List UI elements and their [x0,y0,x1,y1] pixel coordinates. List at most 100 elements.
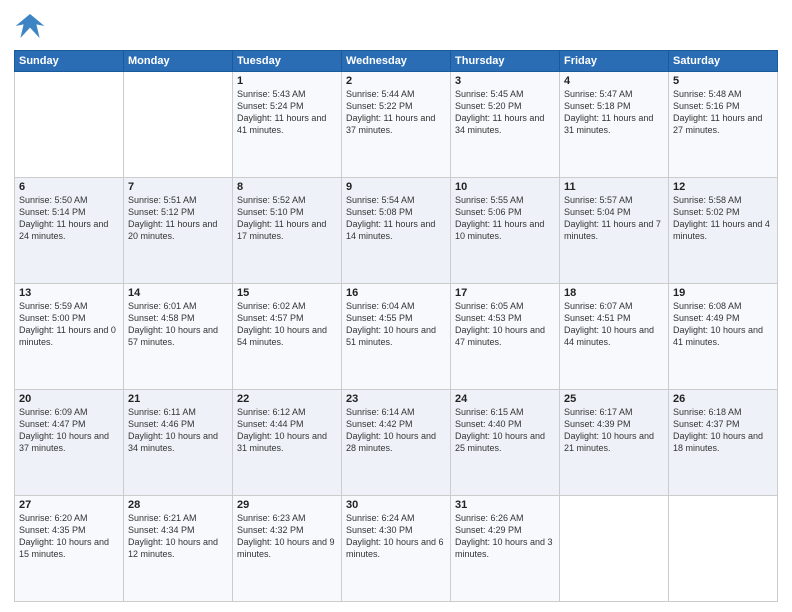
cell-text: Sunrise: 6:07 AM Sunset: 4:51 PM Dayligh… [564,300,664,349]
calendar-cell: 17Sunrise: 6:05 AM Sunset: 4:53 PM Dayli… [451,284,560,390]
calendar-week-row: 6Sunrise: 5:50 AM Sunset: 5:14 PM Daylig… [15,178,778,284]
day-number: 30 [346,499,446,511]
cell-text: Sunrise: 6:18 AM Sunset: 4:37 PM Dayligh… [673,406,773,455]
day-number: 19 [673,287,773,299]
cell-text: Sunrise: 5:55 AM Sunset: 5:06 PM Dayligh… [455,194,555,243]
calendar-cell: 28Sunrise: 6:21 AM Sunset: 4:34 PM Dayli… [124,496,233,602]
cell-text: Sunrise: 5:52 AM Sunset: 5:10 PM Dayligh… [237,194,337,243]
calendar-week-row: 13Sunrise: 5:59 AM Sunset: 5:00 PM Dayli… [15,284,778,390]
weekday-header: Thursday [451,51,560,72]
logo-icon [14,10,46,42]
day-number: 3 [455,75,555,87]
calendar-cell: 23Sunrise: 6:14 AM Sunset: 4:42 PM Dayli… [342,390,451,496]
day-number: 13 [19,287,119,299]
cell-text: Sunrise: 6:20 AM Sunset: 4:35 PM Dayligh… [19,512,119,561]
calendar-cell: 27Sunrise: 6:20 AM Sunset: 4:35 PM Dayli… [15,496,124,602]
header [14,10,778,42]
logo [14,10,50,42]
cell-text: Sunrise: 5:43 AM Sunset: 5:24 PM Dayligh… [237,88,337,137]
calendar-cell: 25Sunrise: 6:17 AM Sunset: 4:39 PM Dayli… [560,390,669,496]
cell-text: Sunrise: 6:05 AM Sunset: 4:53 PM Dayligh… [455,300,555,349]
day-number: 24 [455,393,555,405]
calendar-cell: 12Sunrise: 5:58 AM Sunset: 5:02 PM Dayli… [669,178,778,284]
calendar-cell: 4Sunrise: 5:47 AM Sunset: 5:18 PM Daylig… [560,72,669,178]
day-number: 12 [673,181,773,193]
day-number: 31 [455,499,555,511]
calendar-cell: 26Sunrise: 6:18 AM Sunset: 4:37 PM Dayli… [669,390,778,496]
calendar-cell [124,72,233,178]
calendar-cell: 9Sunrise: 5:54 AM Sunset: 5:08 PM Daylig… [342,178,451,284]
day-number: 29 [237,499,337,511]
calendar-cell: 24Sunrise: 6:15 AM Sunset: 4:40 PM Dayli… [451,390,560,496]
calendar-cell: 30Sunrise: 6:24 AM Sunset: 4:30 PM Dayli… [342,496,451,602]
cell-text: Sunrise: 6:21 AM Sunset: 4:34 PM Dayligh… [128,512,228,561]
day-number: 20 [19,393,119,405]
day-number: 21 [128,393,228,405]
weekday-header: Saturday [669,51,778,72]
cell-text: Sunrise: 5:47 AM Sunset: 5:18 PM Dayligh… [564,88,664,137]
cell-text: Sunrise: 6:17 AM Sunset: 4:39 PM Dayligh… [564,406,664,455]
cell-text: Sunrise: 6:26 AM Sunset: 4:29 PM Dayligh… [455,512,555,561]
cell-text: Sunrise: 6:15 AM Sunset: 4:40 PM Dayligh… [455,406,555,455]
calendar-cell [560,496,669,602]
day-number: 8 [237,181,337,193]
cell-text: Sunrise: 5:57 AM Sunset: 5:04 PM Dayligh… [564,194,664,243]
calendar-cell: 16Sunrise: 6:04 AM Sunset: 4:55 PM Dayli… [342,284,451,390]
day-number: 6 [19,181,119,193]
calendar-cell: 1Sunrise: 5:43 AM Sunset: 5:24 PM Daylig… [233,72,342,178]
day-number: 27 [19,499,119,511]
page: SundayMondayTuesdayWednesdayThursdayFrid… [0,0,792,612]
cell-text: Sunrise: 6:02 AM Sunset: 4:57 PM Dayligh… [237,300,337,349]
cell-text: Sunrise: 5:59 AM Sunset: 5:00 PM Dayligh… [19,300,119,349]
calendar-week-row: 1Sunrise: 5:43 AM Sunset: 5:24 PM Daylig… [15,72,778,178]
cell-text: Sunrise: 6:12 AM Sunset: 4:44 PM Dayligh… [237,406,337,455]
day-number: 11 [564,181,664,193]
calendar-cell: 2Sunrise: 5:44 AM Sunset: 5:22 PM Daylig… [342,72,451,178]
day-number: 16 [346,287,446,299]
cell-text: Sunrise: 6:24 AM Sunset: 4:30 PM Dayligh… [346,512,446,561]
cell-text: Sunrise: 6:04 AM Sunset: 4:55 PM Dayligh… [346,300,446,349]
day-number: 15 [237,287,337,299]
cell-text: Sunrise: 6:01 AM Sunset: 4:58 PM Dayligh… [128,300,228,349]
calendar-week-row: 20Sunrise: 6:09 AM Sunset: 4:47 PM Dayli… [15,390,778,496]
calendar-cell: 13Sunrise: 5:59 AM Sunset: 5:00 PM Dayli… [15,284,124,390]
calendar-cell: 7Sunrise: 5:51 AM Sunset: 5:12 PM Daylig… [124,178,233,284]
day-number: 14 [128,287,228,299]
calendar-cell: 22Sunrise: 6:12 AM Sunset: 4:44 PM Dayli… [233,390,342,496]
cell-text: Sunrise: 6:23 AM Sunset: 4:32 PM Dayligh… [237,512,337,561]
day-number: 5 [673,75,773,87]
calendar-cell: 21Sunrise: 6:11 AM Sunset: 4:46 PM Dayli… [124,390,233,496]
cell-text: Sunrise: 5:51 AM Sunset: 5:12 PM Dayligh… [128,194,228,243]
day-number: 4 [564,75,664,87]
calendar-cell: 14Sunrise: 6:01 AM Sunset: 4:58 PM Dayli… [124,284,233,390]
calendar-cell: 11Sunrise: 5:57 AM Sunset: 5:04 PM Dayli… [560,178,669,284]
weekday-header: Friday [560,51,669,72]
calendar-cell: 6Sunrise: 5:50 AM Sunset: 5:14 PM Daylig… [15,178,124,284]
day-number: 26 [673,393,773,405]
day-number: 17 [455,287,555,299]
calendar-cell [669,496,778,602]
day-number: 1 [237,75,337,87]
calendar-cell: 8Sunrise: 5:52 AM Sunset: 5:10 PM Daylig… [233,178,342,284]
calendar-cell: 15Sunrise: 6:02 AM Sunset: 4:57 PM Dayli… [233,284,342,390]
day-number: 2 [346,75,446,87]
weekday-header: Wednesday [342,51,451,72]
calendar-cell: 19Sunrise: 6:08 AM Sunset: 4:49 PM Dayli… [669,284,778,390]
cell-text: Sunrise: 6:09 AM Sunset: 4:47 PM Dayligh… [19,406,119,455]
cell-text: Sunrise: 5:45 AM Sunset: 5:20 PM Dayligh… [455,88,555,137]
weekday-header: Sunday [15,51,124,72]
calendar-cell: 31Sunrise: 6:26 AM Sunset: 4:29 PM Dayli… [451,496,560,602]
calendar-cell: 3Sunrise: 5:45 AM Sunset: 5:20 PM Daylig… [451,72,560,178]
cell-text: Sunrise: 5:44 AM Sunset: 5:22 PM Dayligh… [346,88,446,137]
cell-text: Sunrise: 5:48 AM Sunset: 5:16 PM Dayligh… [673,88,773,137]
day-number: 10 [455,181,555,193]
cell-text: Sunrise: 5:50 AM Sunset: 5:14 PM Dayligh… [19,194,119,243]
calendar-week-row: 27Sunrise: 6:20 AM Sunset: 4:35 PM Dayli… [15,496,778,602]
calendar-cell: 10Sunrise: 5:55 AM Sunset: 5:06 PM Dayli… [451,178,560,284]
calendar-header-row: SundayMondayTuesdayWednesdayThursdayFrid… [15,51,778,72]
cell-text: Sunrise: 6:08 AM Sunset: 4:49 PM Dayligh… [673,300,773,349]
day-number: 22 [237,393,337,405]
day-number: 28 [128,499,228,511]
cell-text: Sunrise: 6:11 AM Sunset: 4:46 PM Dayligh… [128,406,228,455]
calendar-cell [15,72,124,178]
